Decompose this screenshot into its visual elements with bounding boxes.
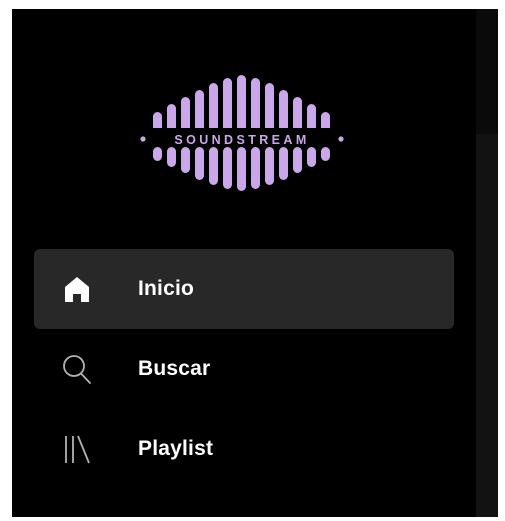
- nav-label-playlist: Playlist: [138, 437, 214, 460]
- nav-item-buscar[interactable]: Buscar: [34, 329, 454, 409]
- search-icon: [60, 352, 94, 386]
- library-icon: [60, 432, 94, 466]
- soundstream-logo: SOUNDSTREAM: [140, 75, 344, 191]
- nav-item-playlist[interactable]: Playlist: [34, 409, 454, 489]
- nav-item-inicio[interactable]: Inicio: [34, 249, 454, 329]
- home-icon: [60, 272, 94, 306]
- main-panel-edge: [476, 9, 498, 517]
- main-nav: Inicio Buscar Playlist: [34, 249, 454, 489]
- nav-label-buscar: Buscar: [138, 357, 211, 380]
- nav-label-inicio: Inicio: [138, 277, 195, 300]
- app-sidebar: SOUNDSTREAM Inicio Buscar Playlist: [12, 9, 498, 517]
- logo-wordmark: SOUNDSTREAM: [174, 133, 309, 147]
